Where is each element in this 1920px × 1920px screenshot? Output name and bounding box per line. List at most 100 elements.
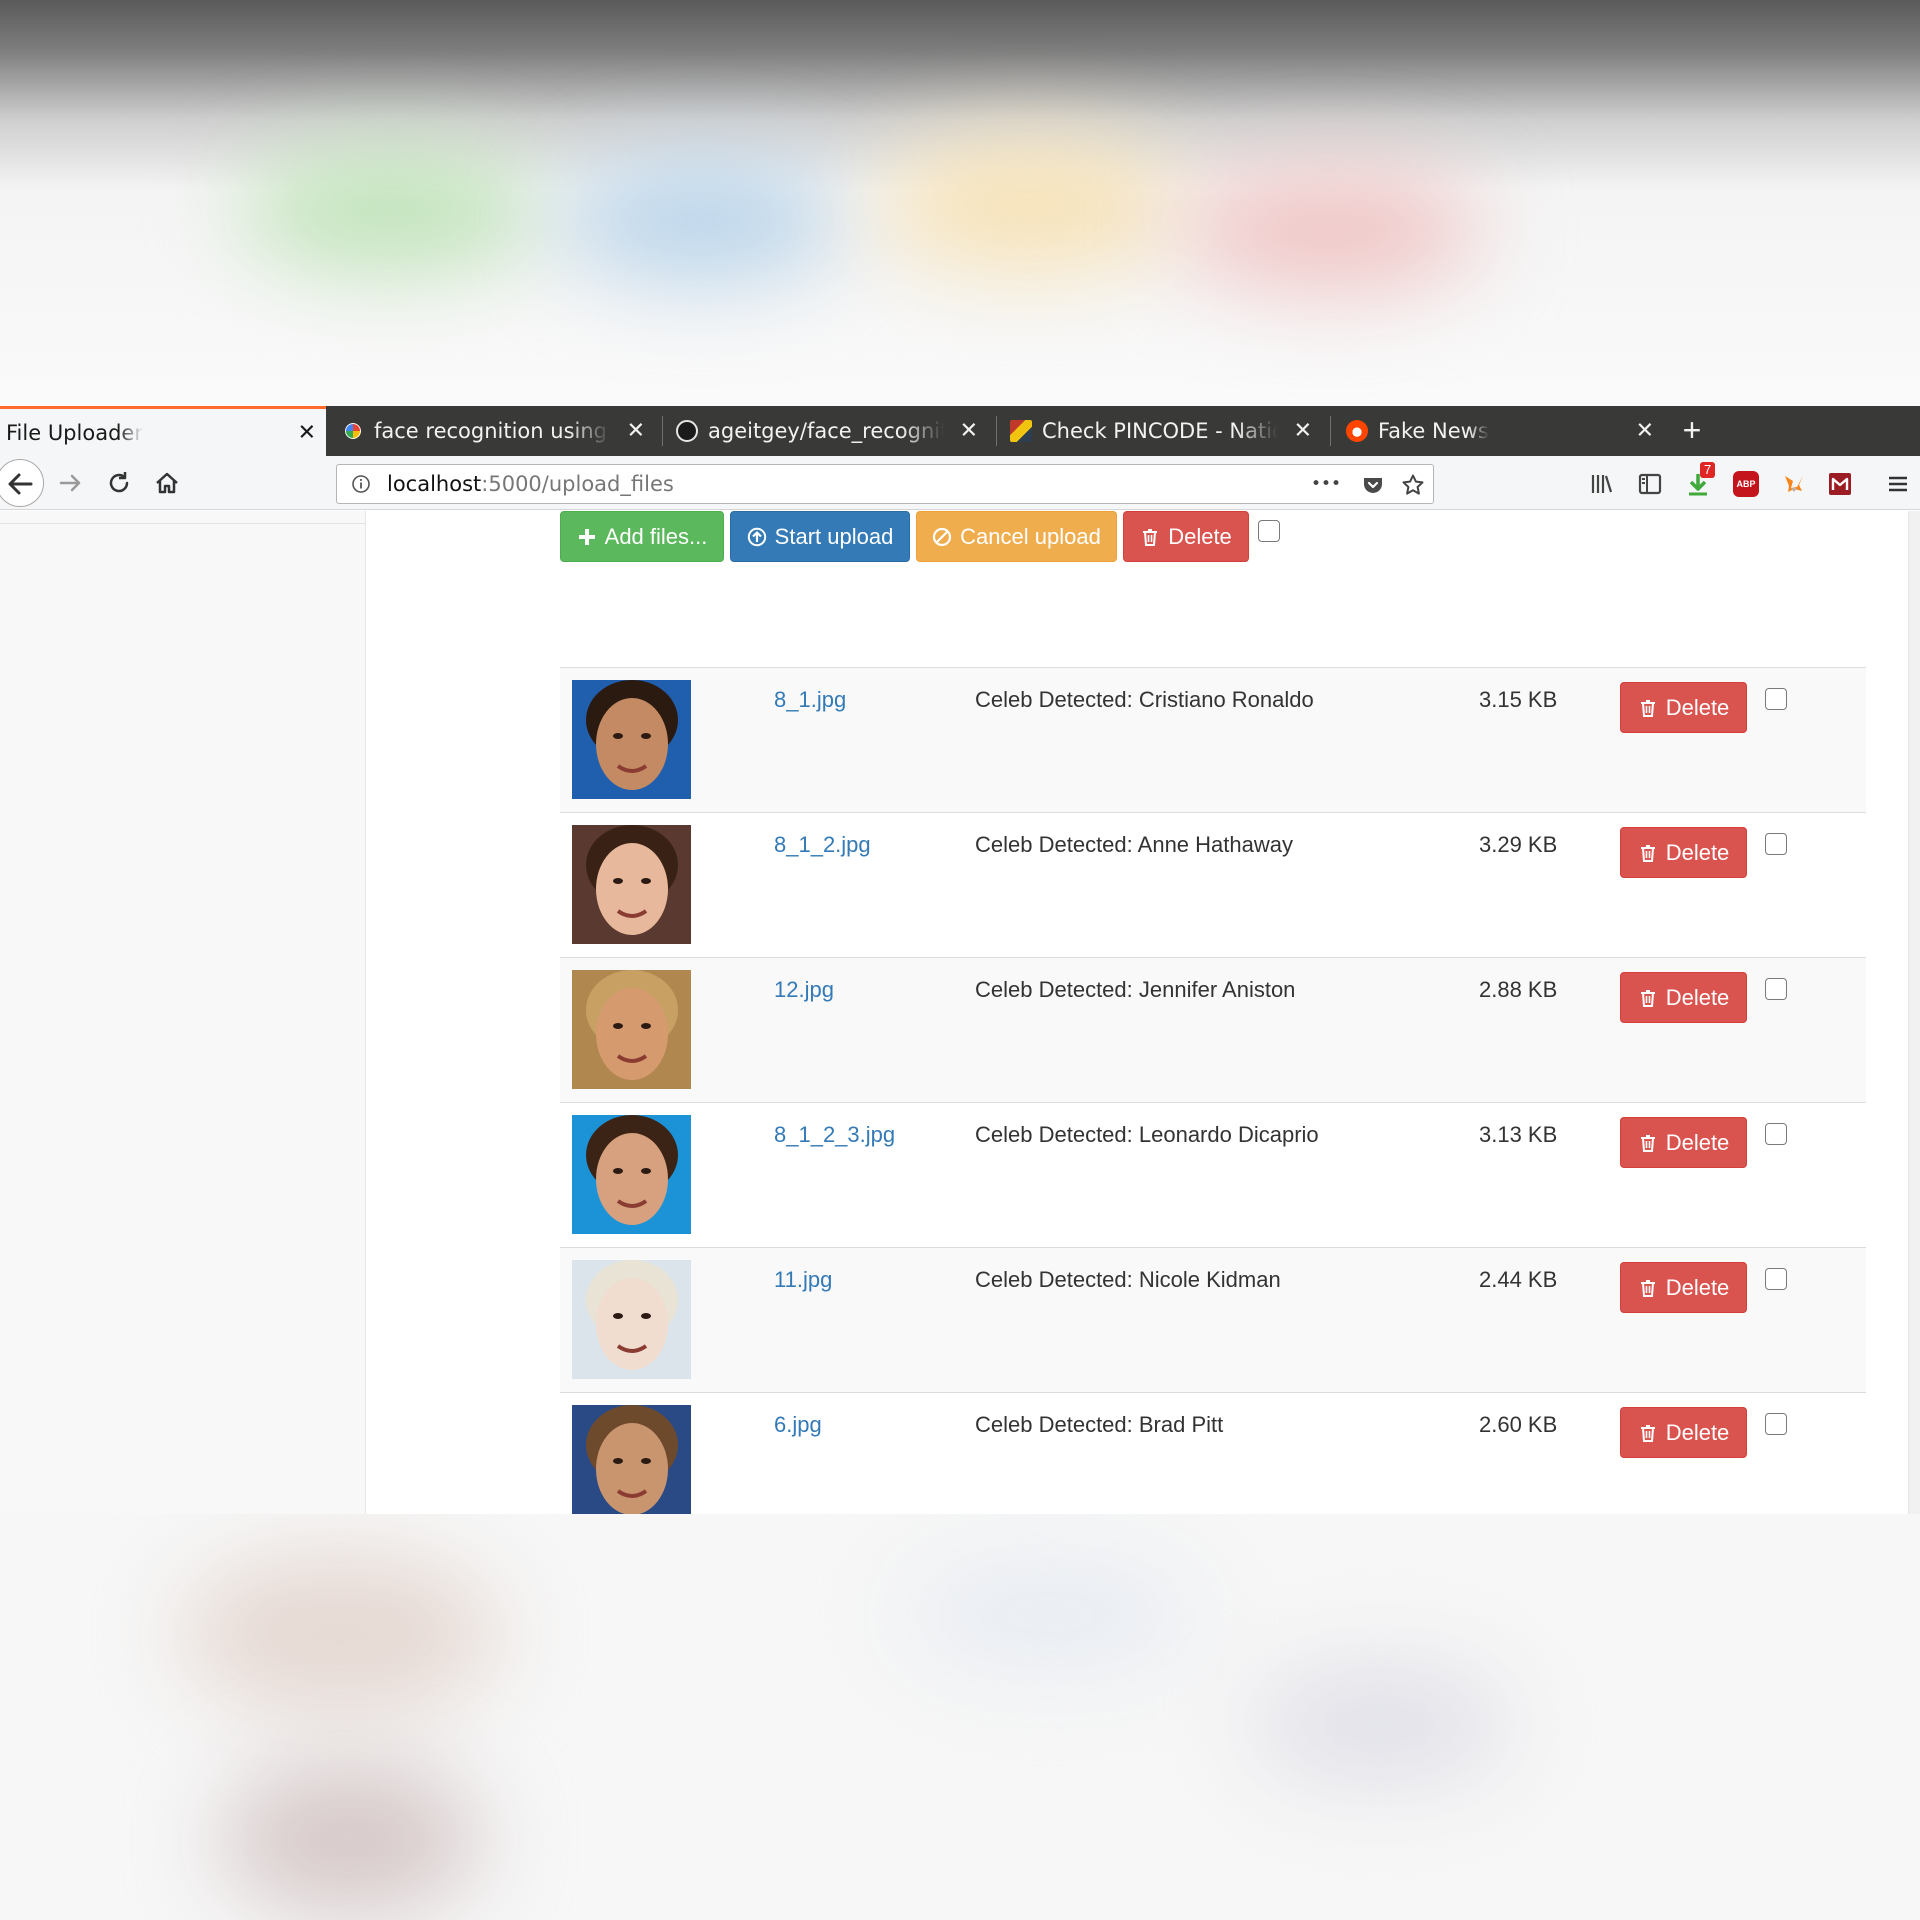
file-size: 2.60 KB (1479, 1412, 1558, 1437)
adblock-badge: ABP (1733, 471, 1759, 497)
close-icon[interactable]: ✕ (298, 420, 316, 445)
face-thumbnail (572, 1115, 691, 1234)
row-select-checkbox[interactable] (1765, 978, 1787, 1000)
delete-file-button[interactable]: Delete (1620, 1262, 1747, 1313)
face-image (572, 970, 691, 1089)
trash-icon (1640, 1424, 1655, 1442)
pocket-icon[interactable] (1361, 473, 1385, 497)
row-select-checkbox[interactable] (1765, 833, 1787, 855)
close-icon[interactable]: ✕ (960, 419, 978, 444)
download-manager-icon[interactable]: 7 (1684, 462, 1716, 498)
tab-file-uploader[interactable]: File Uploader ✕ (0, 406, 326, 456)
adblock-plus-icon[interactable]: ABP (1732, 470, 1760, 498)
reddit-icon (1346, 420, 1368, 442)
tab-title: face recognition using k (374, 419, 611, 443)
arrow-left-icon (8, 473, 33, 495)
row-select-checkbox[interactable] (1765, 1413, 1787, 1435)
background-blob (900, 1554, 1200, 1674)
home-button[interactable] (148, 464, 186, 502)
metamask-icon[interactable] (1780, 470, 1808, 498)
plus-icon (578, 528, 595, 545)
delete-file-button[interactable]: Delete (1620, 682, 1747, 733)
info-icon[interactable] (351, 474, 371, 494)
url-host: localhost (387, 472, 482, 496)
row-select-checkbox[interactable] (1765, 1268, 1787, 1290)
start-upload-label: Start upload (774, 523, 894, 549)
extension-m-icon[interactable] (1826, 470, 1854, 498)
delete-file-button[interactable]: Delete (1620, 1117, 1747, 1168)
file-name-link[interactable]: 6.jpg (774, 1412, 822, 1438)
address-bar[interactable]: localhost:5000/upload_files ••• (336, 464, 1434, 504)
trash-icon (1640, 1134, 1655, 1152)
tab-check-pincode[interactable]: Check PINCODE - Nation ✕ (998, 406, 1322, 456)
delete-all-button[interactable]: Delete (1123, 511, 1249, 562)
row-select-checkbox[interactable] (1765, 1123, 1787, 1145)
start-upload-button[interactable]: Start upload (730, 511, 910, 562)
library-icon[interactable] (1588, 470, 1616, 498)
github-icon (676, 420, 698, 442)
background-blob (1180, 170, 1480, 290)
delete-file-button[interactable]: Delete (1620, 1407, 1747, 1458)
tab-title: Fake News (1378, 419, 1489, 443)
navigation-toolbar: localhost:5000/upload_files ••• (0, 456, 1920, 510)
tab-separator (996, 416, 997, 446)
file-name-link[interactable]: 8_1_2_3.jpg (774, 1122, 895, 1148)
tab-title: Check PINCODE - Nation (1042, 419, 1278, 443)
file-size: 2.44 KB (1479, 1267, 1558, 1292)
tab-strip: File Uploader ✕ face recognition using k… (0, 406, 1920, 456)
delete-file-button[interactable]: Delete (1620, 972, 1747, 1023)
file-name-link[interactable]: 12.jpg (774, 977, 834, 1003)
file-size: 2.88 KB (1479, 977, 1558, 1002)
delete-label: Delete (1665, 839, 1730, 865)
url-text[interactable]: localhost:5000/upload_files (387, 465, 674, 503)
file-row: 8_1.jpg Celeb Detected: Cristiano Ronald… (560, 667, 1866, 812)
arrow-right-icon (59, 474, 81, 492)
select-all-checkbox[interactable] (1258, 520, 1280, 542)
new-tab-button[interactable]: + (1674, 406, 1710, 456)
page-actions-icon[interactable]: ••• (1311, 465, 1345, 494)
delete-label: Delete (1665, 984, 1730, 1010)
tab-face-recognition[interactable]: face recognition using k ✕ (330, 406, 655, 456)
row-select-checkbox[interactable] (1765, 688, 1787, 710)
sidebar-icon[interactable] (1636, 470, 1664, 498)
celeb-detected-text: Celeb Detected: Nicole Kidman (975, 1267, 1281, 1292)
back-button[interactable] (0, 459, 44, 507)
celeb-detected-text: Celeb Detected: Leonardo Dicaprio (975, 1122, 1319, 1147)
face-image (572, 1405, 691, 1514)
file-name-link[interactable]: 11.jpg (774, 1267, 832, 1293)
download-badge: 7 (1700, 462, 1716, 478)
tab-github[interactable]: ageitgey/face_recogniti ✕ (664, 406, 988, 456)
file-size: 3.29 KB (1479, 832, 1558, 857)
file-rows: 8_1.jpg Celeb Detected: Cristiano Ronald… (560, 667, 1866, 1514)
file-name-link[interactable]: 8_1.jpg (774, 687, 846, 713)
cancel-upload-button[interactable]: Cancel upload (916, 511, 1117, 562)
celeb-detected-text: Celeb Detected: Jennifer Aniston (975, 977, 1296, 1002)
close-icon[interactable]: ✕ (1636, 419, 1654, 444)
tab-title: ageitgey/face_recogniti (708, 419, 944, 443)
cancel-upload-label: Cancel upload (960, 523, 1101, 549)
add-files-button[interactable]: Add files... (560, 511, 724, 562)
background-blob (220, 1764, 480, 1914)
trash-icon (1640, 699, 1655, 717)
forward-button[interactable] (52, 464, 90, 502)
delete-label: Delete (1665, 1274, 1730, 1300)
delete-file-button[interactable]: Delete (1620, 827, 1747, 878)
hamburger-menu-icon[interactable] (1884, 470, 1912, 498)
delete-label: Delete (1665, 1129, 1730, 1155)
home-icon (156, 472, 178, 494)
reload-button[interactable] (100, 464, 138, 502)
face-image (572, 825, 691, 944)
blurred-background-top (0, 0, 1920, 406)
bookmark-star-icon[interactable] (1401, 473, 1425, 497)
trash-icon (1640, 1279, 1655, 1297)
page-scrollbar[interactable] (1908, 511, 1920, 1514)
background-blob (1250, 1664, 1510, 1784)
close-icon[interactable]: ✕ (1294, 419, 1312, 444)
file-name-link[interactable]: 8_1_2.jpg (774, 832, 871, 858)
file-row: 11.jpg Celeb Detected: Nicole Kidman 2.4… (560, 1247, 1866, 1392)
background-blob (180, 1554, 500, 1714)
celeb-detected-text: Celeb Detected: Anne Hathaway (975, 832, 1293, 857)
delete-label: Delete (1665, 694, 1730, 720)
close-icon[interactable]: ✕ (627, 419, 645, 444)
tab-fake-news[interactable]: Fake News ✕ (1332, 406, 1664, 456)
